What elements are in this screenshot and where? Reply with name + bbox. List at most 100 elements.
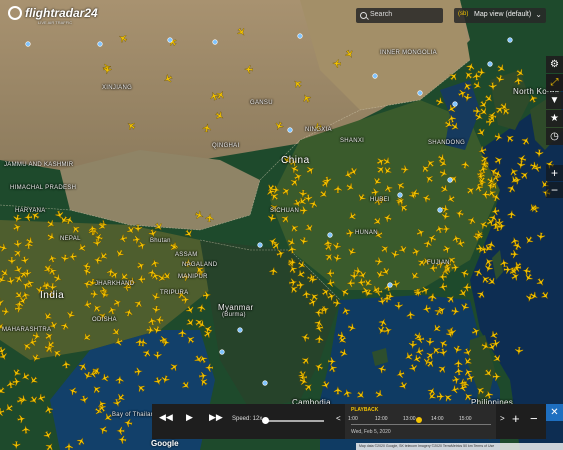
aircraft-icon[interactable]	[382, 213, 392, 223]
aircraft-icon[interactable]	[398, 244, 409, 255]
aircraft-icon[interactable]	[507, 209, 516, 219]
aircraft-icon[interactable]	[460, 159, 470, 169]
aircraft-icon[interactable]	[51, 347, 62, 358]
aircraft-icon[interactable]	[28, 375, 39, 386]
aircraft-icon[interactable]	[395, 180, 406, 191]
aircraft-icon[interactable]	[91, 302, 102, 313]
aircraft-icon[interactable]	[169, 361, 180, 372]
aircraft-icon[interactable]	[43, 404, 54, 414]
aircraft-icon[interactable]	[450, 385, 460, 395]
airport-marker-icon[interactable]	[167, 37, 173, 43]
aircraft-icon[interactable]	[448, 71, 459, 82]
aircraft-icon[interactable]	[79, 395, 90, 405]
aircraft-icon[interactable]	[153, 351, 162, 361]
aircraft-icon[interactable]	[442, 392, 453, 403]
aircraft-icon[interactable]	[117, 435, 127, 445]
aircraft-icon[interactable]	[339, 348, 350, 359]
aircraft-icon[interactable]	[463, 93, 472, 103]
airport-marker-icon[interactable]	[219, 349, 225, 355]
airport-marker-icon[interactable]	[387, 282, 393, 288]
aircraft-icon[interactable]	[160, 375, 170, 385]
aircraft-icon[interactable]	[420, 285, 431, 296]
aircraft-icon[interactable]	[314, 323, 324, 333]
aircraft-icon[interactable]	[380, 243, 391, 254]
aircraft-icon[interactable]	[371, 176, 382, 187]
aircraft-icon[interactable]	[434, 224, 444, 234]
aircraft-icon[interactable]	[506, 183, 517, 194]
aircraft-icon[interactable]	[515, 68, 526, 79]
aircraft-icon[interactable]	[535, 149, 544, 159]
aircraft-icon[interactable]	[236, 27, 247, 38]
aircraft-icon[interactable]	[414, 347, 424, 357]
aircraft-icon[interactable]	[12, 441, 21, 450]
airport-marker-icon[interactable]	[257, 242, 263, 248]
aircraft-icon[interactable]	[333, 385, 343, 395]
aircraft-icon[interactable]	[304, 223, 315, 234]
aircraft-icon[interactable]	[280, 213, 291, 224]
playback-button[interactable]: ◷	[546, 128, 563, 145]
aircraft-icon[interactable]	[398, 381, 409, 392]
aircraft-icon[interactable]	[90, 289, 100, 299]
aircraft-icon[interactable]	[0, 351, 9, 362]
forward-button[interactable]: ▶▶	[209, 412, 223, 423]
aircraft-icon[interactable]	[465, 185, 476, 196]
aircraft-icon[interactable]	[478, 219, 489, 230]
timeline-cursor[interactable]	[416, 417, 422, 423]
favorites-button[interactable]: ★	[546, 110, 563, 127]
aircraft-icon[interactable]	[293, 171, 304, 182]
aircraft-icon[interactable]	[47, 253, 57, 263]
aircraft-icon[interactable]	[459, 302, 470, 313]
aircraft-icon[interactable]	[309, 199, 319, 209]
airport-marker-icon[interactable]	[487, 61, 493, 67]
aircraft-icon[interactable]	[29, 395, 40, 406]
aircraft-icon[interactable]	[438, 348, 448, 358]
aircraft-icon[interactable]	[3, 403, 14, 414]
aircraft-icon[interactable]	[133, 298, 144, 309]
aircraft-icon[interactable]	[46, 232, 57, 243]
aircraft-icon[interactable]	[488, 330, 499, 341]
aircraft-icon[interactable]	[11, 368, 22, 379]
aircraft-icon[interactable]	[454, 366, 464, 376]
aircraft-icon[interactable]	[540, 290, 551, 301]
aircraft-icon[interactable]	[299, 236, 309, 247]
aircraft-icon[interactable]	[438, 282, 448, 291]
aircraft-icon[interactable]	[346, 228, 356, 238]
aircraft-icon[interactable]	[76, 243, 87, 254]
aircraft-icon[interactable]	[480, 341, 490, 351]
aircraft-icon[interactable]	[0, 298, 5, 308]
aircraft-icon[interactable]	[514, 75, 523, 85]
aircraft-icon[interactable]	[292, 78, 303, 89]
aircraft-icon[interactable]	[147, 316, 157, 326]
aircraft-icon[interactable]	[82, 279, 92, 289]
aircraft-icon[interactable]	[326, 291, 336, 301]
aircraft-icon[interactable]	[0, 268, 11, 279]
aircraft-icon[interactable]	[411, 247, 421, 257]
aircraft-layer[interactable]	[0, 0, 563, 450]
aircraft-icon[interactable]	[382, 156, 393, 167]
zoom-in-button[interactable]: +	[546, 165, 563, 181]
aircraft-icon[interactable]	[99, 373, 110, 384]
aircraft-icon[interactable]	[408, 190, 418, 200]
aircraft-icon[interactable]	[146, 325, 156, 335]
aircraft-icon[interactable]	[214, 110, 225, 121]
aircraft-icon[interactable]	[466, 61, 476, 72]
aircraft-icon[interactable]	[183, 228, 194, 239]
aircraft-icon[interactable]	[496, 63, 507, 74]
aircraft-icon[interactable]	[472, 80, 483, 91]
aircraft-icon[interactable]	[438, 338, 449, 349]
aircraft-icon[interactable]	[13, 240, 23, 249]
aircraft-icon[interactable]	[493, 155, 504, 166]
aircraft-icon[interactable]	[422, 304, 432, 314]
aircraft-icon[interactable]	[340, 305, 351, 316]
aircraft-icon[interactable]	[111, 327, 122, 338]
aircraft-icon[interactable]	[82, 300, 92, 310]
aircraft-icon[interactable]	[42, 311, 53, 322]
aircraft-icon[interactable]	[124, 307, 134, 317]
aircraft-icon[interactable]	[0, 274, 7, 285]
aircraft-icon[interactable]	[82, 371, 93, 382]
aircraft-icon[interactable]	[454, 358, 463, 368]
aircraft-icon[interactable]	[178, 328, 187, 338]
aircraft-icon[interactable]	[344, 49, 355, 60]
aircraft-icon[interactable]	[375, 164, 386, 175]
aircraft-icon[interactable]	[451, 263, 461, 272]
